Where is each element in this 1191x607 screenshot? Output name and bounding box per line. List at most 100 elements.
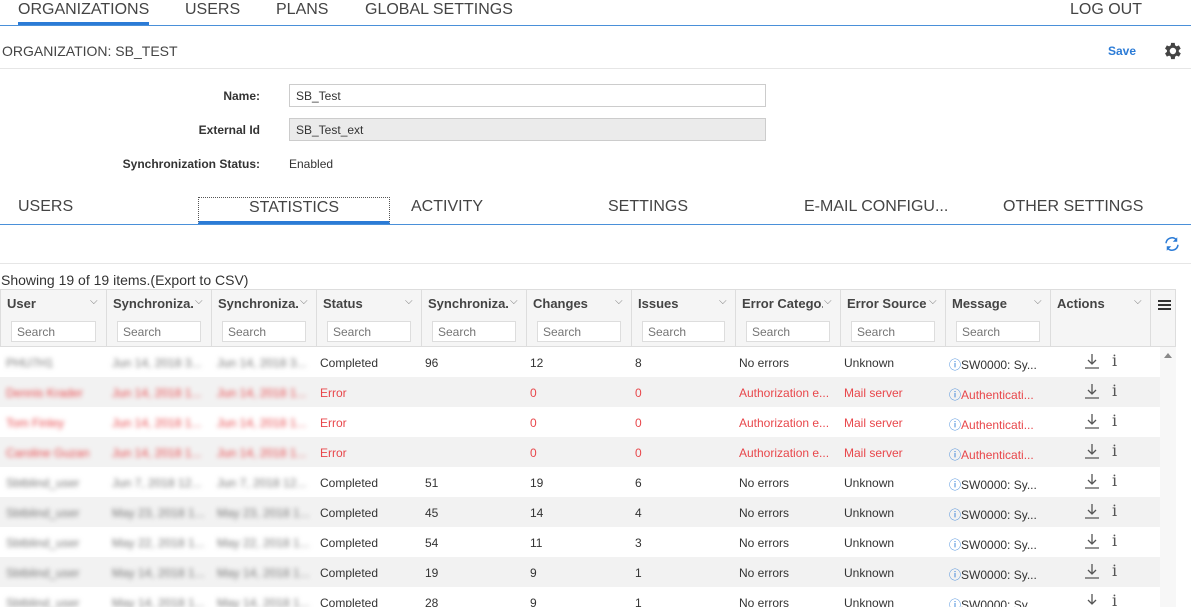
chevron-down-icon[interactable]: ⌵ [929, 296, 937, 307]
column-search-input[interactable] [222, 321, 306, 342]
column-search-input[interactable] [851, 321, 935, 342]
details-info-icon[interactable]: i [1112, 351, 1117, 370]
download-icon[interactable] [1083, 502, 1101, 520]
cell-message: ⓘAuthenticati... [949, 416, 1046, 433]
details-info-icon[interactable]: i [1112, 471, 1117, 490]
column-header-message[interactable]: Message ⌵ [946, 290, 1051, 346]
chevron-down-icon[interactable]: ⌵ [195, 296, 203, 307]
table-row[interactable]: Sbtblind_user May 14, 2018 1... May 14, 20… [0, 557, 1160, 587]
download-icon[interactable] [1083, 442, 1101, 460]
column-header-changes[interactable]: Changes ⌵ [527, 290, 632, 346]
table-row[interactable]: Dennis Krader Jun 14, 2018 1... Jun 14, 20… [0, 377, 1160, 407]
column-search-input[interactable] [117, 321, 201, 342]
table-row[interactable]: Tom Finley Jun 14, 2018 1... Jun 14, 2018 … [0, 407, 1160, 437]
vertical-scrollbar[interactable] [1160, 347, 1176, 607]
download-icon[interactable] [1083, 592, 1101, 607]
column-title: Error Source [847, 296, 927, 311]
column-header-status[interactable]: Status ⌵ [317, 290, 422, 346]
cell-status: Completed [320, 476, 379, 490]
tab-activity[interactable]: ACTIVITY [411, 198, 483, 216]
gear-icon[interactable] [1161, 40, 1183, 62]
table-row[interactable]: Sbtblind_user Jun 7, 2018 12... Jun 7, 201… [0, 467, 1160, 497]
column-title: User [7, 296, 36, 311]
nav-organizations[interactable]: ORGANIZATIONS [18, 0, 150, 25]
table-row[interactable]: Sbtblind_user May 14, 2018 1... May 14, 20… [0, 587, 1160, 607]
cell-sync-start: May 22, 2018 1... [112, 536, 205, 550]
chevron-down-icon[interactable]: ⌵ [300, 296, 308, 307]
cell-status: Completed [320, 356, 379, 370]
page-title: ORGANIZATION: SB_TEST [2, 43, 178, 59]
tab-settings[interactable]: SETTINGS [608, 198, 688, 216]
cell-error-category: Authorization e... [739, 416, 830, 430]
column-header-sync-start[interactable]: Synchroniza... ⌵ [107, 290, 212, 346]
cell-error-category: No errors [739, 536, 790, 550]
name-input[interactable] [289, 84, 766, 107]
table-row[interactable]: Sbtblind_user May 22, 2018 1... May 22, 20… [0, 527, 1160, 557]
download-icon[interactable] [1083, 532, 1101, 550]
table-row[interactable]: PHU7H1 Jun 14, 2018 3... Jun 14, 2018 3...… [0, 347, 1160, 377]
tab-users[interactable]: USERS [18, 198, 73, 216]
column-header-issues[interactable]: Issues ⌵ [632, 290, 736, 346]
cell-issues: 0 [635, 416, 642, 430]
details-info-icon[interactable]: i [1112, 441, 1117, 460]
tab-statistics[interactable]: STATISTICS [198, 197, 390, 224]
refresh-icon[interactable] [1163, 235, 1181, 253]
download-icon[interactable] [1083, 472, 1101, 490]
column-search-input[interactable] [327, 321, 411, 342]
column-header-synchronized[interactable]: Synchroniza... ⌵ [422, 290, 527, 346]
chevron-down-icon[interactable]: ⌵ [90, 296, 98, 307]
tab-email-configuration[interactable]: E-MAIL CONFIGU... [804, 198, 948, 216]
tab-other-settings[interactable]: OTHER SETTINGS [1003, 198, 1143, 216]
download-icon[interactable] [1083, 562, 1101, 580]
logout-link[interactable]: LOG OUT [1070, 0, 1142, 25]
details-info-icon[interactable]: i [1112, 501, 1117, 520]
export-csv-link[interactable]: (Export to CSV) [150, 272, 248, 288]
cell-status: Error [320, 446, 347, 460]
cell-message: ⓘSW0000: Sy... [949, 506, 1046, 523]
column-search-input[interactable] [956, 321, 1040, 342]
cell-message: ⓘSW0000: Sy... [949, 536, 1046, 553]
download-icon[interactable] [1083, 352, 1101, 370]
details-info-icon[interactable]: i [1112, 411, 1117, 430]
cell-message: ⓘAuthenticati... [949, 386, 1046, 403]
details-info-icon[interactable]: i [1112, 591, 1117, 607]
scroll-up-arrow-icon[interactable] [1164, 353, 1172, 358]
chevron-down-icon[interactable]: ⌵ [615, 296, 623, 307]
chevron-down-icon[interactable]: ⌵ [1134, 296, 1142, 307]
column-header-user[interactable]: User ⌵ [1, 290, 107, 346]
column-search-input[interactable] [537, 321, 621, 342]
details-info-icon[interactable]: i [1112, 531, 1117, 550]
table-row[interactable]: Caroline Guzan Jun 14, 2018 1... Jun 14, 2… [0, 437, 1160, 467]
chevron-down-icon[interactable]: ⌵ [405, 296, 413, 307]
sync-status-label: Synchronization Status: [122, 157, 260, 171]
column-header-actions[interactable]: Actions ⌵ [1051, 290, 1151, 346]
cell-message: ⓘSW0000: Sy... [949, 596, 1046, 607]
download-icon[interactable] [1083, 412, 1101, 430]
column-menu-icon[interactable] [1158, 300, 1171, 311]
chevron-down-icon[interactable]: ⌵ [824, 296, 832, 307]
save-button[interactable]: Save [1108, 44, 1136, 58]
column-search-input[interactable] [746, 321, 830, 342]
cell-changes: 9 [530, 596, 537, 607]
info-icon: ⓘ [949, 538, 962, 552]
chevron-down-icon[interactable]: ⌵ [510, 296, 518, 307]
chevron-down-icon[interactable]: ⌵ [719, 296, 727, 307]
column-search-input[interactable] [642, 321, 725, 342]
nav-global-settings[interactable]: GLOBAL SETTINGS [365, 0, 513, 25]
column-title: Synchroniza... [113, 296, 194, 311]
column-search-input[interactable] [11, 321, 96, 342]
cell-sync-start: May 23, 2018 1... [112, 506, 205, 520]
column-search-input[interactable] [432, 321, 516, 342]
column-header-error-category[interactable]: Error Catego...⌵ [736, 290, 841, 346]
nav-users[interactable]: USERS [185, 0, 240, 25]
sub-tabs: USERS STATISTICS ACTIVITY SETTINGS E-MAI… [0, 194, 1191, 225]
details-info-icon[interactable]: i [1112, 381, 1117, 400]
column-header-sync-end[interactable]: Synchroniza... ⌵ [212, 290, 317, 346]
column-header-error-source[interactable]: Error Source ⌵ [841, 290, 946, 346]
nav-plans[interactable]: PLANS [276, 0, 328, 25]
cell-error-category: No errors [739, 356, 790, 370]
details-info-icon[interactable]: i [1112, 561, 1117, 580]
table-row[interactable]: Sbtblind_user May 23, 2018 1... May 23, 20… [0, 497, 1160, 527]
chevron-down-icon[interactable]: ⌵ [1034, 296, 1042, 307]
download-icon[interactable] [1083, 382, 1101, 400]
